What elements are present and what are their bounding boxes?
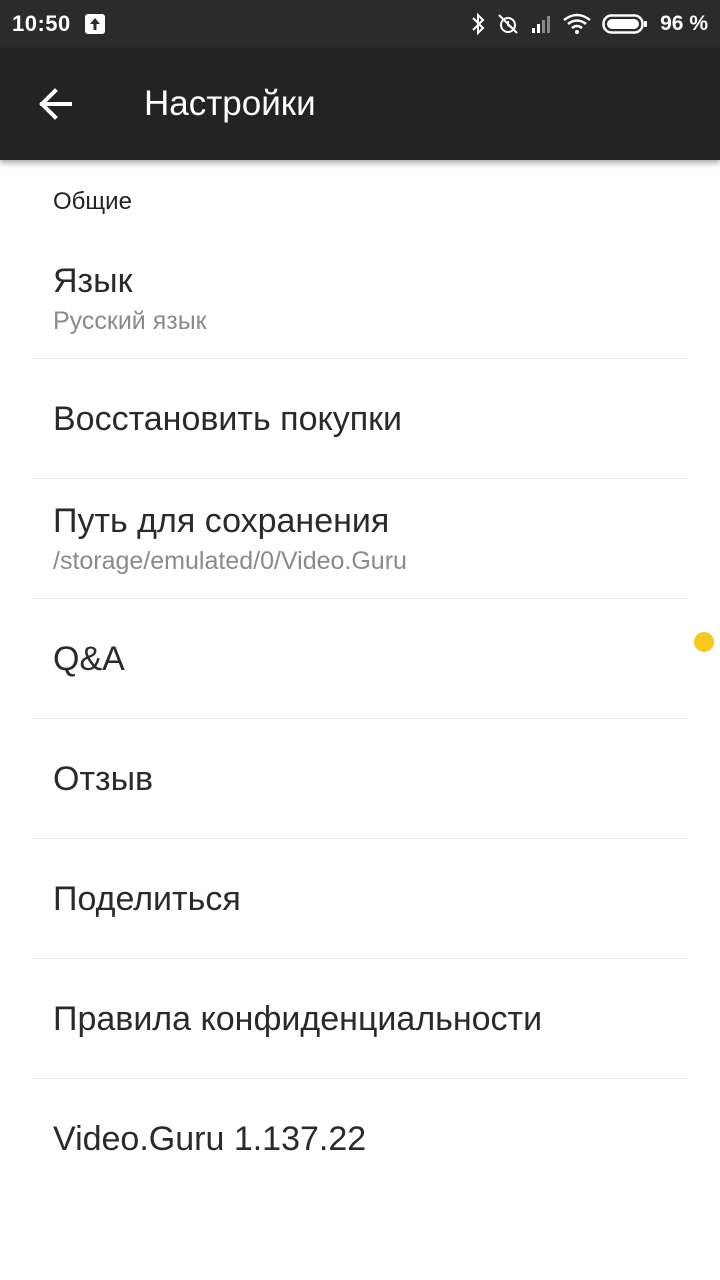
- bluetooth-icon: [470, 12, 486, 36]
- signal-icon: [530, 13, 552, 35]
- setting-share-title: Поделиться: [53, 879, 241, 918]
- setting-language[interactable]: Язык Русский язык: [32, 240, 688, 359]
- setting-privacy-policy[interactable]: Правила конфиденциальности: [32, 959, 688, 1079]
- section-header-general: Общие: [53, 188, 132, 215]
- setting-restore-purchases[interactable]: Восстановить покупки: [32, 359, 688, 479]
- battery-percentage: 96 %: [660, 12, 708, 35]
- setting-version-title: Video.Guru 1.137.22: [53, 1120, 367, 1158]
- setting-qa-wrap: Q&A: [53, 631, 714, 680]
- setting-share[interactable]: Поделиться: [32, 839, 688, 959]
- setting-qa-title: Q&A: [53, 639, 125, 678]
- setting-language-title: Язык: [53, 262, 133, 300]
- wifi-icon: [562, 12, 592, 36]
- upload-icon: [84, 14, 105, 34]
- status-bar: 10:50 96 %: [0, 0, 720, 48]
- setting-privacy-policy-title: Правила конфиденциальности: [53, 999, 543, 1038]
- arrow-left-icon: [39, 88, 72, 120]
- setting-save-path[interactable]: Путь для сохранения /storage/emulated/0/…: [32, 479, 688, 599]
- setting-feedback[interactable]: Отзыв: [32, 719, 688, 839]
- page-title: Настройки: [144, 84, 316, 123]
- setting-feedback-title: Отзыв: [53, 759, 154, 798]
- setting-save-path-title: Путь для сохранения: [53, 501, 390, 540]
- back-button[interactable]: [26, 74, 86, 134]
- alarm-off-icon: [496, 12, 520, 36]
- battery-icon: [602, 13, 648, 35]
- settings-list: Общие Язык Русский язык Восстановить пок…: [0, 160, 720, 1199]
- status-icons: 96 %: [470, 12, 708, 36]
- setting-qa[interactable]: Q&A: [32, 599, 714, 719]
- app-bar: Настройки: [0, 48, 720, 160]
- setting-save-path-value: /storage/emulated/0/Video.Guru: [53, 546, 407, 575]
- new-badge-dot: [694, 631, 714, 652]
- setting-language-value: Русский язык: [53, 307, 207, 335]
- setting-restore-purchases-title: Восстановить покупки: [53, 399, 403, 438]
- setting-version[interactable]: Video.Guru 1.137.22: [32, 1079, 688, 1199]
- status-time: 10:50: [12, 11, 71, 36]
